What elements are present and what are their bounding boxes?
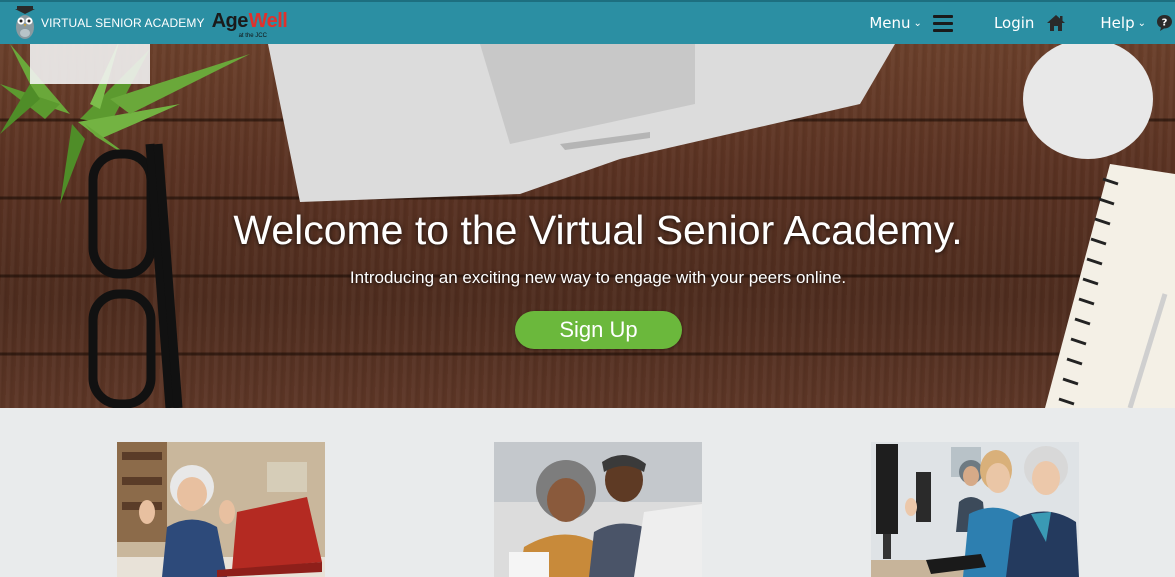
help-dropdown[interactable]: Help ⌄ ? bbox=[1100, 14, 1175, 32]
hamburger-icon bbox=[932, 14, 953, 32]
agewell-logo-well: Well bbox=[248, 10, 288, 32]
photo-senior-couple-laptop-icon bbox=[494, 442, 702, 577]
hero-subtitle: Introducing an exciting new way to engag… bbox=[349, 268, 847, 287]
agewell-logo-subtitle: at the JCC bbox=[238, 33, 267, 39]
brand-name: VIRTUAL SENIOR ACADEMY bbox=[41, 16, 205, 30]
top-navbar: VIRTUAL SENIOR ACADEMY Age Well at the J… bbox=[0, 0, 1175, 44]
login-label: Login bbox=[993, 14, 1035, 32]
help-label: Help bbox=[1100, 14, 1135, 32]
laptop-illustration bbox=[268, 44, 895, 202]
chevron-down-icon: ⌄ bbox=[1137, 17, 1146, 29]
owl-logo-icon bbox=[15, 6, 35, 39]
hero-banner: Welcome to the Virtual Senior Academy. I… bbox=[0, 44, 1175, 408]
plant-illustration bbox=[0, 44, 250, 204]
nav-right-group: Menu ⌄ Login Help ⌄ ? bbox=[869, 1, 1175, 45]
home-icon bbox=[1047, 15, 1066, 31]
photo-senior-woman-laptop-icon bbox=[117, 442, 325, 577]
login-link[interactable]: Login bbox=[994, 14, 1066, 32]
agewell-logo: Age Well at the JCC bbox=[211, 6, 288, 40]
feature-image-seniors-computer-class[interactable] bbox=[871, 442, 1079, 577]
agewell-logo-age: Age bbox=[211, 10, 249, 32]
features-section bbox=[0, 408, 1175, 577]
chevron-down-icon: ⌄ bbox=[913, 17, 922, 29]
menu-label: Menu bbox=[869, 14, 911, 32]
sign-up-button[interactable]: Sign Up bbox=[515, 311, 682, 349]
photo-seniors-computer-class-icon bbox=[871, 442, 1079, 577]
brand-home-link[interactable]: VIRTUAL SENIOR ACADEMY Age Well at the J… bbox=[0, 1, 288, 45]
mouse-illustration bbox=[1023, 44, 1153, 159]
svg-text:?: ? bbox=[1162, 18, 1168, 29]
feature-image-senior-couple-laptop[interactable] bbox=[494, 442, 702, 577]
feature-image-senior-woman-laptop[interactable] bbox=[117, 442, 325, 577]
hero-title: Welcome to the Virtual Senior Academy. bbox=[233, 207, 963, 253]
menu-dropdown[interactable]: Menu ⌄ bbox=[869, 14, 953, 32]
help-bubble-icon: ? bbox=[1157, 15, 1172, 31]
